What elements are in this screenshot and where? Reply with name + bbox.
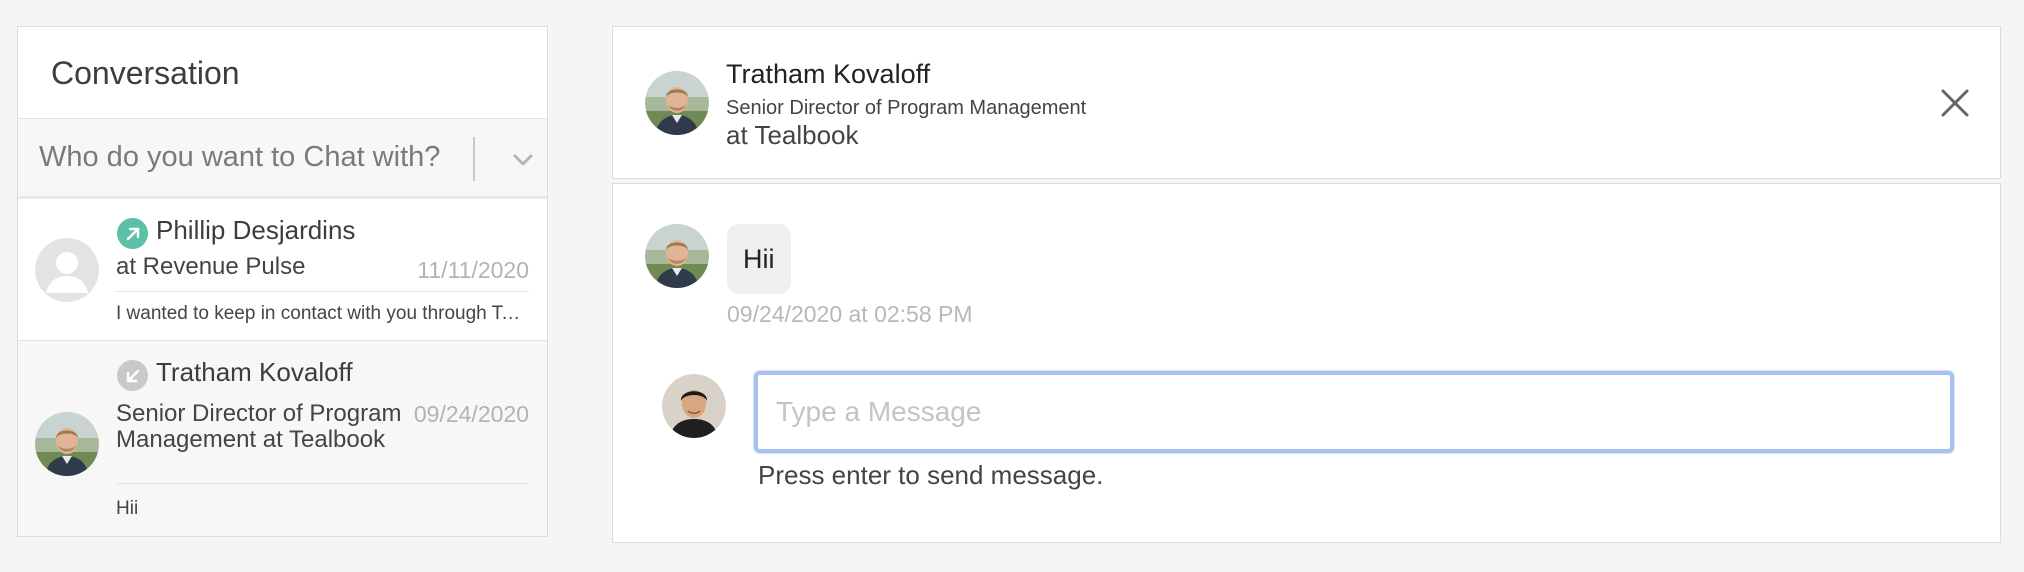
default-avatar: [35, 238, 99, 302]
message-text-field[interactable]: [758, 375, 1950, 449]
conversation-item[interactable]: Phillip Desjardins at Revenue Pulse 11/1…: [18, 199, 547, 341]
conversation-company: at Revenue Pulse: [116, 253, 306, 280]
divider: [116, 483, 529, 484]
message-bubble: Hii: [727, 224, 791, 294]
user-avatar: [662, 374, 726, 438]
contact-role: Senior Director of Program Management: [726, 97, 1087, 119]
contact-company: at Tealbook: [726, 120, 859, 150]
conversation-date: 11/11/2020: [417, 257, 529, 283]
chat-header: Tratham Kovaloff Senior Director of Prog…: [612, 26, 2001, 179]
conversation-preview: Hii: [116, 498, 139, 519]
arrow-down-left-icon: [117, 360, 148, 391]
message-timestamp: 09/24/2020 at 02:58 PM: [727, 301, 973, 327]
conversation-panel: Conversation Who do you want to Chat wit…: [17, 26, 548, 537]
select-divider: [473, 137, 475, 181]
conversation-company: Senior Director of Program Management at…: [116, 400, 402, 453]
contact-name: Tratham Kovaloff: [726, 59, 931, 89]
chat-body: Hii 09/24/2020 at 02:58 PM Press enter t…: [612, 183, 2001, 543]
conversation-date: 09/24/2020: [413, 401, 529, 427]
conversation-item-active[interactable]: Tratham Kovaloff Senior Director of Prog…: [18, 341, 547, 536]
conversation-title: Conversation: [51, 55, 240, 91]
message-input[interactable]: [754, 371, 1954, 453]
conversation-preview: I wanted to keep in contact with you thr…: [116, 303, 530, 324]
contact-avatar: [645, 71, 709, 135]
conversation-name: Phillip Desjardins: [156, 215, 356, 245]
message-text: Hii: [743, 243, 775, 274]
arrow-up-right-icon: [117, 218, 148, 249]
divider: [116, 291, 529, 292]
photo-avatar: [35, 412, 99, 476]
sender-avatar: [645, 224, 709, 288]
close-icon[interactable]: [1939, 87, 1971, 119]
chat-with-select[interactable]: Who do you want to Chat with?: [18, 119, 547, 199]
conversation-name: Tratham Kovaloff: [156, 357, 353, 387]
conversation-list: Phillip Desjardins at Revenue Pulse 11/1…: [18, 199, 547, 536]
chevron-down-icon[interactable]: [509, 146, 537, 174]
chat-with-placeholder: Who do you want to Chat with?: [39, 141, 441, 173]
send-hint: Press enter to send message.: [758, 460, 1104, 490]
conversation-header: Conversation: [18, 27, 547, 119]
